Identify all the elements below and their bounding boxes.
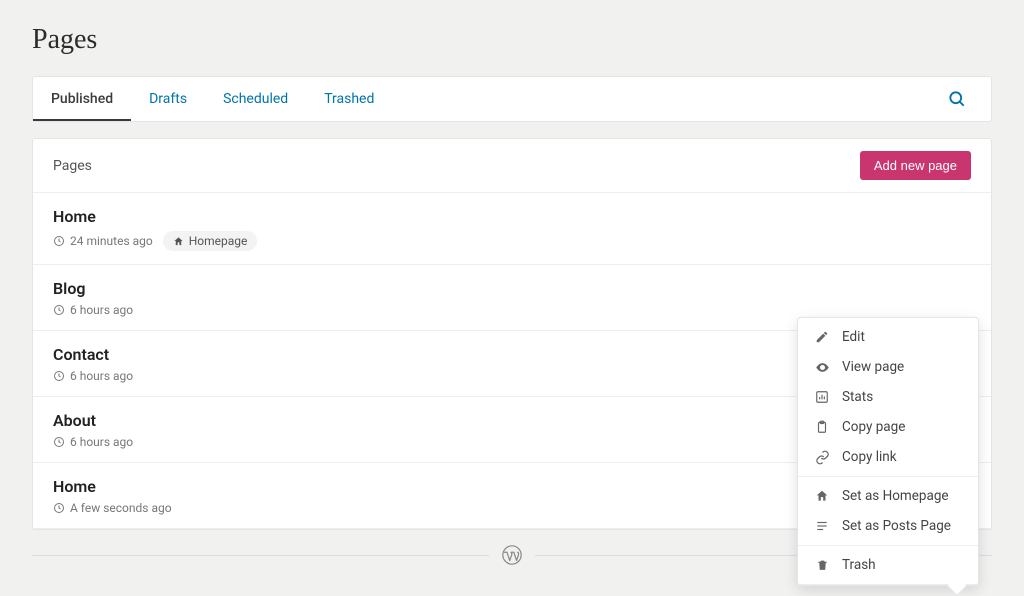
tabs-bar: Published Drafts Scheduled Trashed — [32, 76, 992, 122]
list-header-label: Pages — [53, 158, 92, 174]
tab-scheduled[interactable]: Scheduled — [205, 77, 306, 121]
action-set-homepage[interactable]: Set as Homepage — [798, 481, 978, 511]
action-view[interactable]: View page — [798, 352, 978, 382]
page-row-title: Home — [53, 207, 257, 226]
clock-icon — [53, 235, 65, 247]
action-label: Set as Posts Page — [842, 518, 951, 534]
action-label: Stats — [842, 389, 873, 405]
page-row-time: 6 hours ago — [53, 369, 133, 383]
tab-published[interactable]: Published — [33, 77, 131, 121]
clock-icon — [53, 436, 65, 448]
page-row-time: 24 minutes ago — [53, 234, 153, 248]
clock-icon — [53, 502, 65, 514]
time-text: A few seconds ago — [70, 501, 172, 515]
clock-icon — [53, 304, 65, 316]
time-text: 24 minutes ago — [70, 234, 153, 248]
clipboard-icon — [815, 420, 829, 434]
action-edit[interactable]: Edit — [798, 322, 978, 352]
page-row-time: 6 hours ago — [53, 435, 133, 449]
posts-icon — [815, 519, 829, 533]
page-row-title: About — [53, 411, 133, 430]
badge-text: Homepage — [189, 234, 248, 248]
homepage-badge: Homepage — [163, 231, 258, 251]
page-row[interactable]: Home 24 minutes ago Homepage — [33, 193, 991, 265]
home-icon — [173, 236, 184, 247]
action-set-posts-page[interactable]: Set as Posts Page — [798, 511, 978, 541]
pages-list: Pages Add new page Home 24 minutes ago H… — [32, 138, 992, 530]
action-trash[interactable]: Trash — [798, 550, 978, 580]
add-new-page-button[interactable]: Add new page — [860, 151, 971, 180]
action-label: Set as Homepage — [842, 488, 949, 504]
row-actions-popover: Edit View page Stats Copy page Copy link — [797, 317, 979, 586]
stats-icon — [815, 390, 829, 404]
pencil-icon — [815, 330, 829, 344]
time-text: 6 hours ago — [70, 435, 133, 449]
eye-icon — [815, 360, 830, 375]
list-header: Pages Add new page — [33, 139, 991, 193]
clock-icon — [53, 370, 65, 382]
action-label: Edit — [842, 329, 865, 345]
tab-drafts[interactable]: Drafts — [131, 77, 205, 121]
action-copy-link[interactable]: Copy link — [798, 442, 978, 472]
search-icon — [947, 89, 967, 109]
action-label: Copy page — [842, 419, 905, 435]
page-row-title: Home — [53, 477, 172, 496]
page-row-title: Contact — [53, 345, 133, 364]
time-text: 6 hours ago — [70, 303, 133, 317]
page-row-time: A few seconds ago — [53, 501, 172, 515]
wordpress-logo-icon — [501, 544, 523, 566]
page-row-time: 6 hours ago — [53, 303, 133, 317]
link-icon — [815, 450, 830, 465]
action-label: Trash — [842, 557, 876, 573]
action-copy-page[interactable]: Copy page — [798, 412, 978, 442]
page-title: Pages — [32, 24, 992, 56]
action-label: View page — [842, 359, 904, 375]
trash-icon — [816, 559, 829, 572]
page-row-title: Blog — [53, 279, 133, 298]
time-text: 6 hours ago — [70, 369, 133, 383]
home-icon — [815, 489, 829, 503]
action-label: Copy link — [842, 449, 897, 465]
search-button[interactable] — [939, 81, 975, 117]
tab-trashed[interactable]: Trashed — [306, 77, 392, 121]
action-stats[interactable]: Stats — [798, 382, 978, 412]
